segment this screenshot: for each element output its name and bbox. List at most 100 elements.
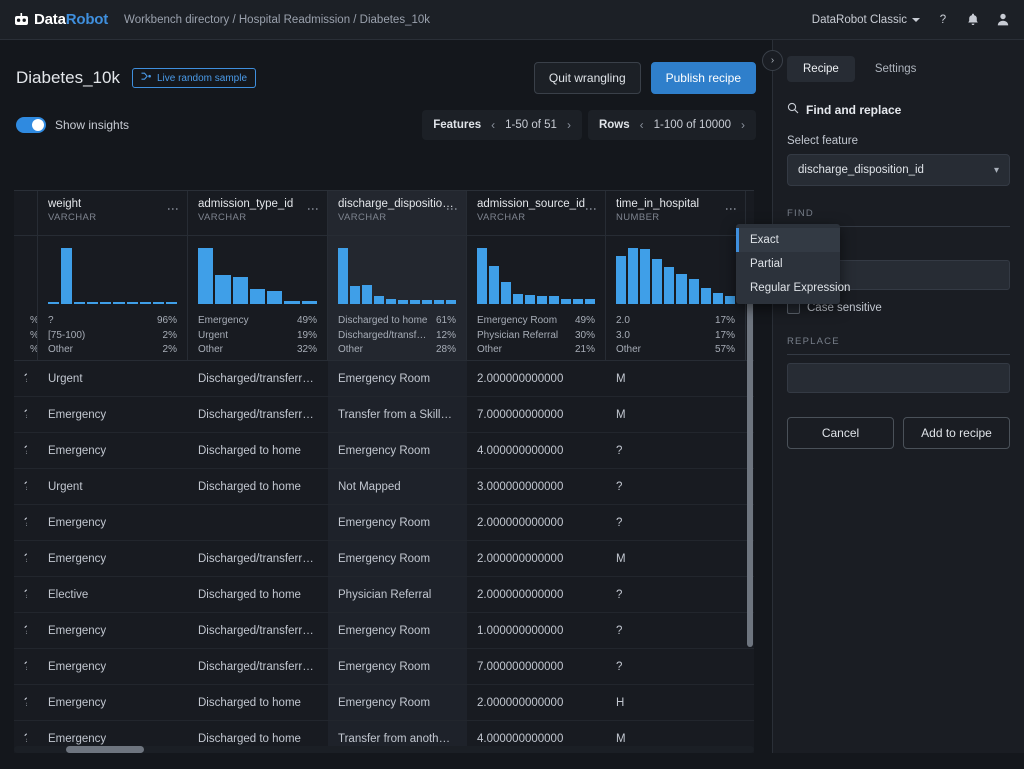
data-grid[interactable]: weightVARCHAR⋮admission_type_idVARCHAR⋮d… — [14, 190, 754, 769]
table-cell[interactable]: 7.000000000000 — [467, 397, 606, 432]
table-cell[interactable]: ? — [606, 649, 746, 684]
table-cell[interactable]: Discharged to home — [188, 469, 328, 504]
table-cell[interactable]: ? — [14, 397, 38, 432]
table-cell[interactable]: Discharged/transferred to h... — [188, 541, 328, 576]
datarobot-classic-switcher[interactable]: DataRobot Classic — [812, 14, 920, 26]
table-cell[interactable]: ? — [606, 505, 746, 540]
rows-prev-button[interactable]: ‹ — [640, 119, 644, 131]
grid-horizontal-scrollbar[interactable] — [14, 746, 754, 753]
rows-next-button[interactable]: › — [741, 119, 745, 131]
table-cell[interactable]: 3.000000000000 — [467, 469, 606, 504]
table-cell[interactable]: ? — [606, 577, 746, 612]
table-cell[interactable]: Transfer from a Skilled Nurs... — [328, 397, 467, 432]
table-cell[interactable]: Emergency — [38, 649, 188, 684]
table-row[interactable]: ?EmergencyDischarged/transferred to S...… — [14, 649, 754, 685]
select-feature-dropdown[interactable]: discharge_disposition_id ▾ — [787, 154, 1010, 186]
table-cell[interactable]: ? — [606, 469, 746, 504]
table-cell[interactable]: Emergency Room — [328, 685, 467, 720]
table-cell[interactable]: Emergency — [38, 433, 188, 468]
table-cell[interactable]: Emergency — [38, 397, 188, 432]
datarobot-logo[interactable]: DataRobot — [14, 11, 108, 28]
table-cell[interactable]: Emergency Room — [328, 505, 467, 540]
column-header[interactable]: time_in_hospitalNUMBER⋮ — [606, 191, 746, 235]
table-row[interactable]: ?UrgentDischarged/transferred to a...Eme… — [14, 361, 754, 397]
table-row[interactable]: ?EmergencyDischarged/transferred to h...… — [14, 613, 754, 649]
cancel-button[interactable]: Cancel — [787, 417, 894, 449]
table-cell[interactable]: Emergency Room — [328, 541, 467, 576]
table-cell[interactable]: ? — [14, 361, 38, 396]
features-prev-button[interactable]: ‹ — [491, 119, 495, 131]
column-header[interactable]: weightVARCHAR⋮ — [38, 191, 188, 235]
help-icon[interactable]: ? — [936, 13, 950, 27]
publish-recipe-button[interactable]: Publish recipe — [651, 62, 756, 94]
dropdown-option[interactable]: Regular Expression — [736, 276, 840, 300]
table-cell[interactable]: M — [606, 397, 746, 432]
table-cell[interactable] — [188, 505, 328, 540]
column-header[interactable]: admission_type_idVARCHAR⋮ — [188, 191, 328, 235]
table-cell[interactable]: ? — [14, 613, 38, 648]
table-cell[interactable]: 1.000000000000 — [467, 613, 606, 648]
table-cell[interactable]: Emergency Room — [328, 433, 467, 468]
table-row[interactable]: ?EmergencyEmergency Room2.000000000000? — [14, 505, 754, 541]
table-cell[interactable]: Emergency — [38, 541, 188, 576]
table-cell[interactable]: Discharged/transferred to a... — [188, 361, 328, 396]
table-cell[interactable]: Emergency — [38, 685, 188, 720]
table-row[interactable]: ?UrgentDischarged to homeNot Mapped3.000… — [14, 469, 754, 505]
table-cell[interactable]: M — [606, 361, 746, 396]
table-cell[interactable]: Urgent — [38, 469, 188, 504]
table-cell[interactable]: 7.000000000000 — [467, 649, 606, 684]
table-cell[interactable]: Elective — [38, 577, 188, 612]
match-mode-dropdown-menu[interactable]: ExactPartialRegular Expression — [736, 224, 840, 304]
grid-horizontal-scroll-thumb[interactable] — [66, 746, 144, 753]
bell-icon[interactable] — [966, 13, 980, 27]
column-menu-icon[interactable]: ⋮ — [725, 203, 737, 215]
table-cell[interactable]: ? — [14, 577, 38, 612]
table-cell[interactable]: 2.000000000000 — [467, 361, 606, 396]
table-cell[interactable]: Discharged/transferred to S... — [188, 397, 328, 432]
table-row[interactable]: ?EmergencyDischarged/transferred to S...… — [14, 397, 754, 433]
table-cell[interactable]: Discharged to home — [188, 577, 328, 612]
table-cell[interactable]: Emergency — [38, 613, 188, 648]
table-cell[interactable]: Urgent — [38, 361, 188, 396]
table-cell[interactable]: M — [606, 541, 746, 576]
table-cell[interactable]: Discharged/transferred to S... — [188, 649, 328, 684]
column-header[interactable]: discharge_disposition...VARCHAR⋮ — [328, 191, 467, 235]
table-cell[interactable]: Discharged to home — [188, 685, 328, 720]
column-menu-icon[interactable]: ⋮ — [585, 203, 597, 215]
table-cell[interactable]: 2.000000000000 — [467, 577, 606, 612]
column-header[interactable]: admission_source_idVARCHAR⋮ — [467, 191, 606, 235]
toggle-switch[interactable] — [16, 117, 46, 133]
quit-wrangling-button[interactable]: Quit wrangling — [534, 62, 641, 94]
table-cell[interactable]: Emergency Room — [328, 649, 467, 684]
table-cell[interactable]: ? — [14, 469, 38, 504]
dropdown-option[interactable]: Partial — [736, 252, 840, 276]
table-cell[interactable]: ? — [14, 649, 38, 684]
user-icon[interactable] — [996, 13, 1010, 27]
table-cell[interactable]: ? — [14, 541, 38, 576]
table-cell[interactable]: 4.000000000000 — [467, 433, 606, 468]
column-menu-icon[interactable]: ⋮ — [446, 203, 458, 215]
tab-settings[interactable]: Settings — [859, 56, 933, 82]
table-row[interactable]: ?EmergencyDischarged to homeEmergency Ro… — [14, 433, 754, 469]
table-row[interactable]: ?ElectiveDischarged to homePhysician Ref… — [14, 577, 754, 613]
table-cell[interactable]: 2.000000000000 — [467, 541, 606, 576]
live-random-sample-chip[interactable]: Live random sample — [132, 68, 256, 88]
column-header[interactable] — [14, 191, 38, 235]
table-cell[interactable]: ? — [14, 433, 38, 468]
table-row[interactable]: ?EmergencyDischarged/transferred to h...… — [14, 541, 754, 577]
table-cell[interactable]: 2.000000000000 — [467, 685, 606, 720]
table-cell[interactable]: Not Mapped — [328, 469, 467, 504]
table-cell[interactable]: Physician Referral — [328, 577, 467, 612]
column-menu-icon[interactable]: ⋮ — [307, 203, 319, 215]
replace-input[interactable] — [787, 363, 1010, 393]
table-row[interactable]: ?EmergencyDischarged to homeEmergency Ro… — [14, 685, 754, 721]
add-to-recipe-button[interactable]: Add to recipe — [903, 417, 1010, 449]
column-menu-icon[interactable]: ⋮ — [167, 203, 179, 215]
table-cell[interactable]: Discharged/transferred to h... — [188, 613, 328, 648]
dropdown-option[interactable]: Exact — [736, 228, 840, 252]
table-cell[interactable]: Discharged to home — [188, 433, 328, 468]
features-next-button[interactable]: › — [567, 119, 571, 131]
table-cell[interactable]: 2.000000000000 — [467, 505, 606, 540]
tab-recipe[interactable]: Recipe — [787, 56, 855, 82]
table-cell[interactable]: ? — [14, 505, 38, 540]
